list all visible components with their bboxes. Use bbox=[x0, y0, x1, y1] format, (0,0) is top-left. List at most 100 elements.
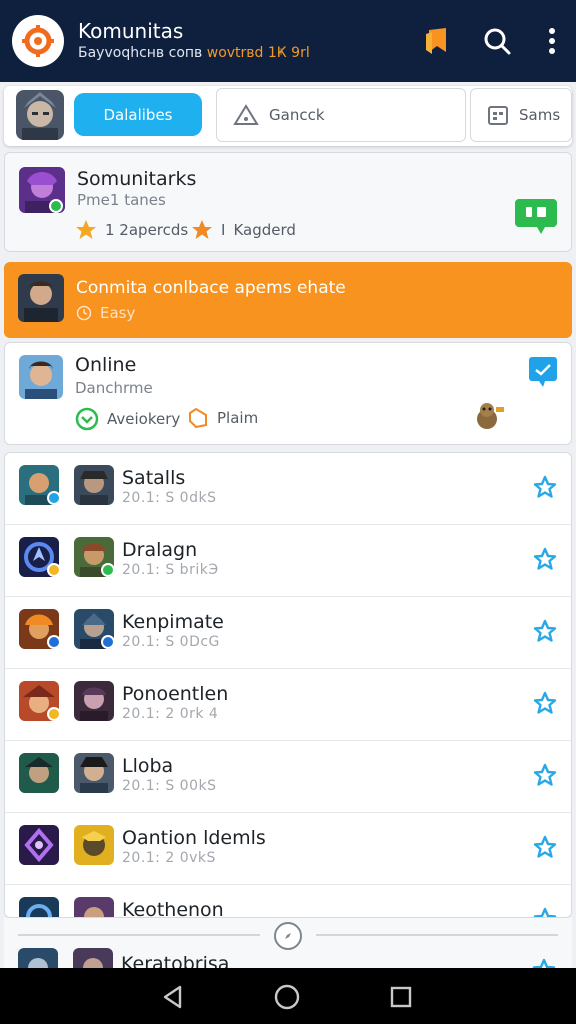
community-name: Somunitarks bbox=[77, 168, 197, 190]
online-name: Online bbox=[75, 354, 137, 376]
list-avatar-secondary bbox=[74, 753, 114, 793]
list-item-name: Satalls bbox=[122, 467, 186, 489]
list-badge-icon bbox=[47, 707, 61, 721]
community-stat-2: I Kagderd bbox=[191, 219, 296, 241]
list-item[interactable]: Kenpimate 20.1: S 0DcG bbox=[5, 597, 571, 669]
chat-icon[interactable] bbox=[515, 197, 557, 239]
bookmark-icon[interactable] bbox=[420, 24, 454, 58]
system-nav-bar bbox=[0, 968, 576, 1024]
filter-same-label: Sams bbox=[519, 106, 561, 124]
list-avatar-secondary bbox=[74, 825, 114, 865]
online-stat-1: Aveiokery bbox=[75, 407, 180, 431]
list-item-name: Keothenon bbox=[122, 899, 224, 918]
community-stat-1: 1 2apercds bbox=[75, 219, 188, 241]
app-bar: Komunitas Баyvoqhcнв сопв wovtrвd 1Ҝ 9rl bbox=[0, 0, 576, 82]
list-item-meta: 20.1: S 00kS bbox=[122, 778, 217, 794]
list-badge-icon bbox=[47, 491, 61, 505]
online-stat-2: Plaim bbox=[187, 407, 258, 429]
app-title: Komunitas bbox=[78, 19, 184, 43]
filter-check-label: Gancck bbox=[269, 106, 325, 124]
community-stat-1-label: 1 2apercds bbox=[105, 221, 189, 239]
app-subtitle: Баyvoqhcнв сопв wovtrвd 1Ҝ 9rl bbox=[78, 44, 310, 62]
list-item[interactable]: Lloba 20.1: S 00kS bbox=[5, 741, 571, 813]
online-subtitle: Danchrme bbox=[75, 379, 153, 397]
banner-subtitle: Easy bbox=[76, 304, 135, 322]
scroll-divider-right bbox=[316, 934, 558, 936]
list-item-meta: 20.1: 2 0vkS bbox=[122, 850, 216, 866]
list-avatar-secondary bbox=[74, 465, 114, 505]
favorite-star-icon[interactable] bbox=[533, 547, 557, 575]
app-subtitle-accent: wovtrвd 1Ҝ 9rl bbox=[206, 45, 310, 61]
online-card[interactable]: Online Danchrme Aveiokery Plaim bbox=[4, 342, 572, 445]
nav-back-icon[interactable] bbox=[158, 982, 188, 1012]
triangle-warning-icon bbox=[233, 104, 259, 125]
compass-icon bbox=[285, 933, 291, 939]
list-badge-icon bbox=[101, 563, 115, 577]
list-item-name: Kenpimate bbox=[122, 611, 224, 633]
online-avatar bbox=[19, 355, 63, 399]
favorite-star-icon[interactable] bbox=[533, 691, 557, 719]
community-card[interactable]: Somunitarks Pme1 tanes 1 2apercds I Kagd… bbox=[4, 152, 572, 252]
scroll-divider-left bbox=[18, 934, 260, 936]
star-icon bbox=[192, 220, 212, 239]
search-icon[interactable] bbox=[480, 24, 514, 58]
favorite-star-icon[interactable] bbox=[533, 475, 557, 503]
list-avatar-primary bbox=[19, 753, 59, 793]
list-item-name: Lloba bbox=[122, 755, 174, 777]
user-avatar[interactable] bbox=[16, 90, 64, 140]
online-stat-2-label: Plaim bbox=[217, 409, 259, 427]
list-item-meta: 20.1: S brikЭ bbox=[122, 562, 219, 578]
list-avatar-primary bbox=[18, 948, 58, 968]
community-list: Satalls 20.1: S 0dkS Dralagn 20.1: S bri… bbox=[4, 452, 572, 918]
scroll-to-top-button[interactable] bbox=[274, 922, 302, 950]
nav-recents-icon[interactable] bbox=[386, 982, 416, 1012]
mascot-icon bbox=[471, 399, 507, 435]
filter-same-button[interactable]: Sams bbox=[470, 88, 572, 142]
nav-home-icon[interactable] bbox=[272, 982, 302, 1012]
favorite-star-icon[interactable] bbox=[533, 619, 557, 647]
list-item-name: Keratobrisa bbox=[121, 953, 230, 968]
filter-primary-button[interactable]: Dalalibes bbox=[74, 93, 202, 136]
list-avatar-secondary bbox=[74, 897, 114, 917]
promo-banner[interactable]: Conmita conlbace apems ehate Easy bbox=[4, 262, 572, 338]
list-avatar-secondary bbox=[73, 948, 113, 968]
community-subtitle: Pme1 tanes bbox=[77, 191, 166, 209]
tag-icon bbox=[189, 407, 207, 429]
app-subtitle-main: Баyvoqhcнв сопв bbox=[78, 45, 207, 61]
star-icon bbox=[76, 220, 96, 239]
list-badge-icon bbox=[101, 635, 115, 649]
online-stat-1-label: Aveiokery bbox=[107, 410, 181, 428]
list-item-meta: 20.1: S 0DcG bbox=[122, 634, 220, 650]
gear-logo-icon bbox=[22, 25, 54, 57]
favorite-star-icon[interactable] bbox=[532, 958, 556, 968]
list-item[interactable]: Ponoentlen 20.1: 2 0rk 4 bbox=[5, 669, 571, 741]
list-avatar-primary bbox=[19, 897, 59, 917]
more-vert-icon[interactable] bbox=[535, 24, 569, 58]
clock-icon bbox=[76, 305, 92, 321]
filter-check-button[interactable]: Gancck bbox=[216, 88, 466, 142]
list-item[interactable]: Oantion ldemls 20.1: 2 0vkS bbox=[5, 813, 571, 885]
verified-badge-icon bbox=[49, 199, 63, 213]
list-item-meta: 20.1: 2 0rk 4 bbox=[122, 706, 219, 722]
list-avatar-secondary bbox=[74, 681, 114, 721]
banner-avatar bbox=[18, 274, 64, 322]
community-stat-2-label: Kagderd bbox=[233, 221, 296, 239]
calendar-icon bbox=[488, 106, 508, 125]
list-item-name: Dralagn bbox=[122, 539, 198, 561]
filter-bar: Dalalibes Gancck Sams bbox=[4, 86, 572, 146]
list-item-meta: 20.1: S 0dkS bbox=[122, 490, 217, 506]
list-item[interactable]: Keothenon bbox=[5, 885, 571, 918]
favorite-star-icon[interactable] bbox=[533, 907, 557, 917]
message-icon[interactable] bbox=[529, 357, 557, 391]
online-status-icon bbox=[75, 407, 99, 431]
favorite-star-icon[interactable] bbox=[533, 835, 557, 863]
favorite-star-icon[interactable] bbox=[533, 763, 557, 791]
banner-subtitle-label: Easy bbox=[100, 304, 136, 322]
list-badge-icon bbox=[47, 563, 61, 577]
list-item[interactable]: Satalls 20.1: S 0dkS bbox=[5, 453, 571, 525]
app-logo[interactable] bbox=[12, 15, 64, 67]
list-badge-icon bbox=[47, 635, 61, 649]
banner-title: Conmita conlbace apems ehate bbox=[76, 278, 346, 298]
community-stat-2-prefix: I bbox=[221, 221, 226, 239]
list-item[interactable]: Dralagn 20.1: S brikЭ bbox=[5, 525, 571, 597]
